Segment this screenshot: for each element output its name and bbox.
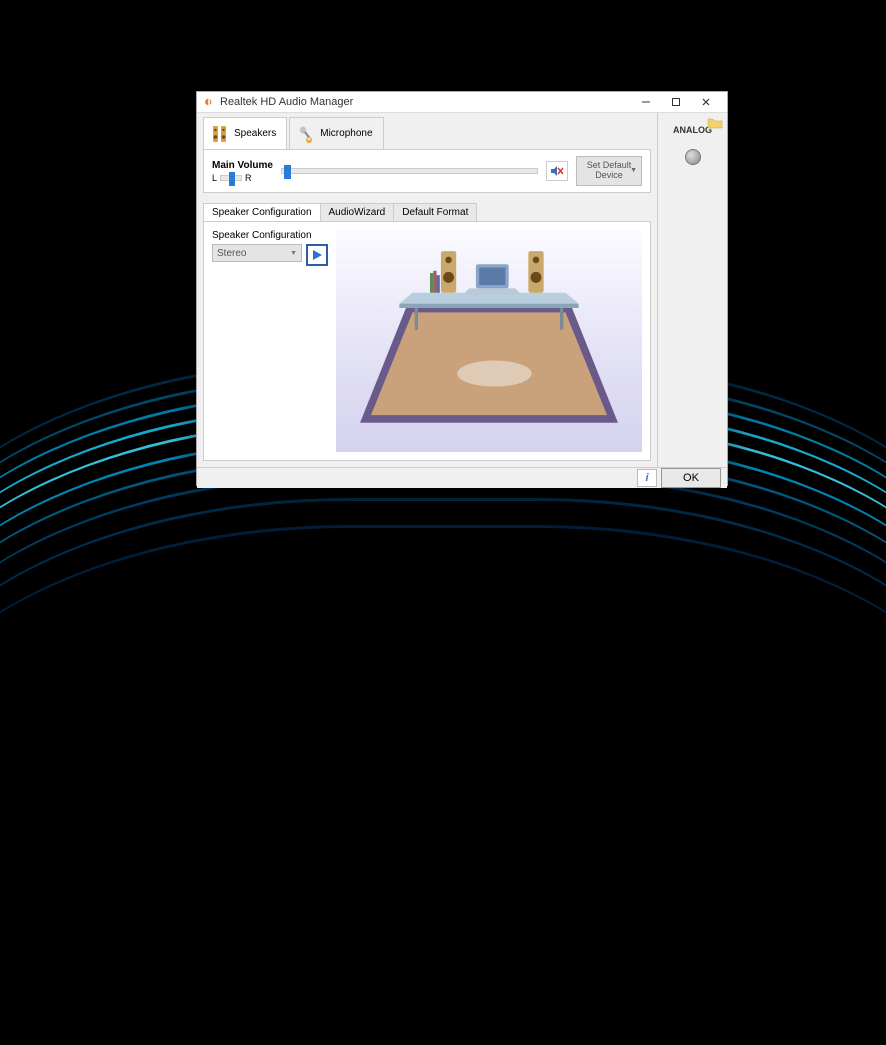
tab-microphone-label: Microphone [320, 128, 372, 139]
volume-thumb[interactable] [284, 165, 291, 179]
device-tabs: Speakers Microphone [203, 117, 651, 149]
room-diagram [336, 230, 642, 452]
test-play-button[interactable] [306, 244, 328, 266]
volume-slider[interactable] [281, 168, 538, 174]
close-button[interactable] [691, 92, 721, 112]
balance-right-label: R [245, 173, 252, 183]
window-title: Realtek HD Audio Manager [220, 96, 631, 108]
chevron-down-icon: ▼ [630, 167, 637, 175]
app-icon [203, 96, 215, 108]
speaker-config-panel: Speaker Configuration Stereo ▼ [203, 221, 651, 461]
balance-slider[interactable] [220, 175, 242, 181]
speaker-config-label: Speaker Configuration [212, 230, 328, 241]
speaker-config-select[interactable]: Stereo ▼ [212, 244, 302, 262]
mute-button[interactable] [546, 161, 568, 181]
main-volume-label: Main Volume [212, 160, 273, 171]
subtab-default-format[interactable]: Default Format [393, 203, 477, 221]
tab-speakers[interactable]: Speakers [203, 117, 287, 149]
titlebar[interactable]: Realtek HD Audio Manager [197, 92, 727, 113]
chevron-down-icon: ▼ [290, 250, 297, 257]
ok-button[interactable]: OK [661, 468, 721, 488]
app-window: Realtek HD Audio Manager [196, 91, 728, 486]
balance-left-label: L [212, 173, 217, 183]
subtabs: Speaker Configuration AudioWizard Defaul… [203, 203, 651, 221]
balance-thumb[interactable] [229, 172, 235, 186]
microphone-icon [296, 124, 316, 144]
speaker-config-value: Stereo [217, 248, 246, 259]
folder-icon[interactable] [707, 117, 723, 129]
side-panel: ANALOG [657, 113, 727, 467]
info-button[interactable]: i [637, 469, 657, 487]
subtab-audiowizard[interactable]: AudioWizard [320, 203, 395, 221]
speakers-icon [210, 124, 230, 144]
tab-microphone[interactable]: Microphone [289, 117, 383, 149]
analog-jack[interactable] [685, 149, 701, 165]
maximize-button[interactable] [661, 92, 691, 112]
subtab-speaker-configuration[interactable]: Speaker Configuration [203, 203, 321, 221]
bottom-bar: i OK [197, 467, 727, 488]
play-icon [311, 249, 323, 261]
set-default-device-button[interactable]: Set Default Device ▼ [576, 156, 642, 186]
volume-panel: Main Volume L R [203, 149, 651, 193]
speaker-mute-icon [549, 164, 565, 178]
minimize-button[interactable] [631, 92, 661, 112]
tab-speakers-label: Speakers [234, 128, 276, 139]
